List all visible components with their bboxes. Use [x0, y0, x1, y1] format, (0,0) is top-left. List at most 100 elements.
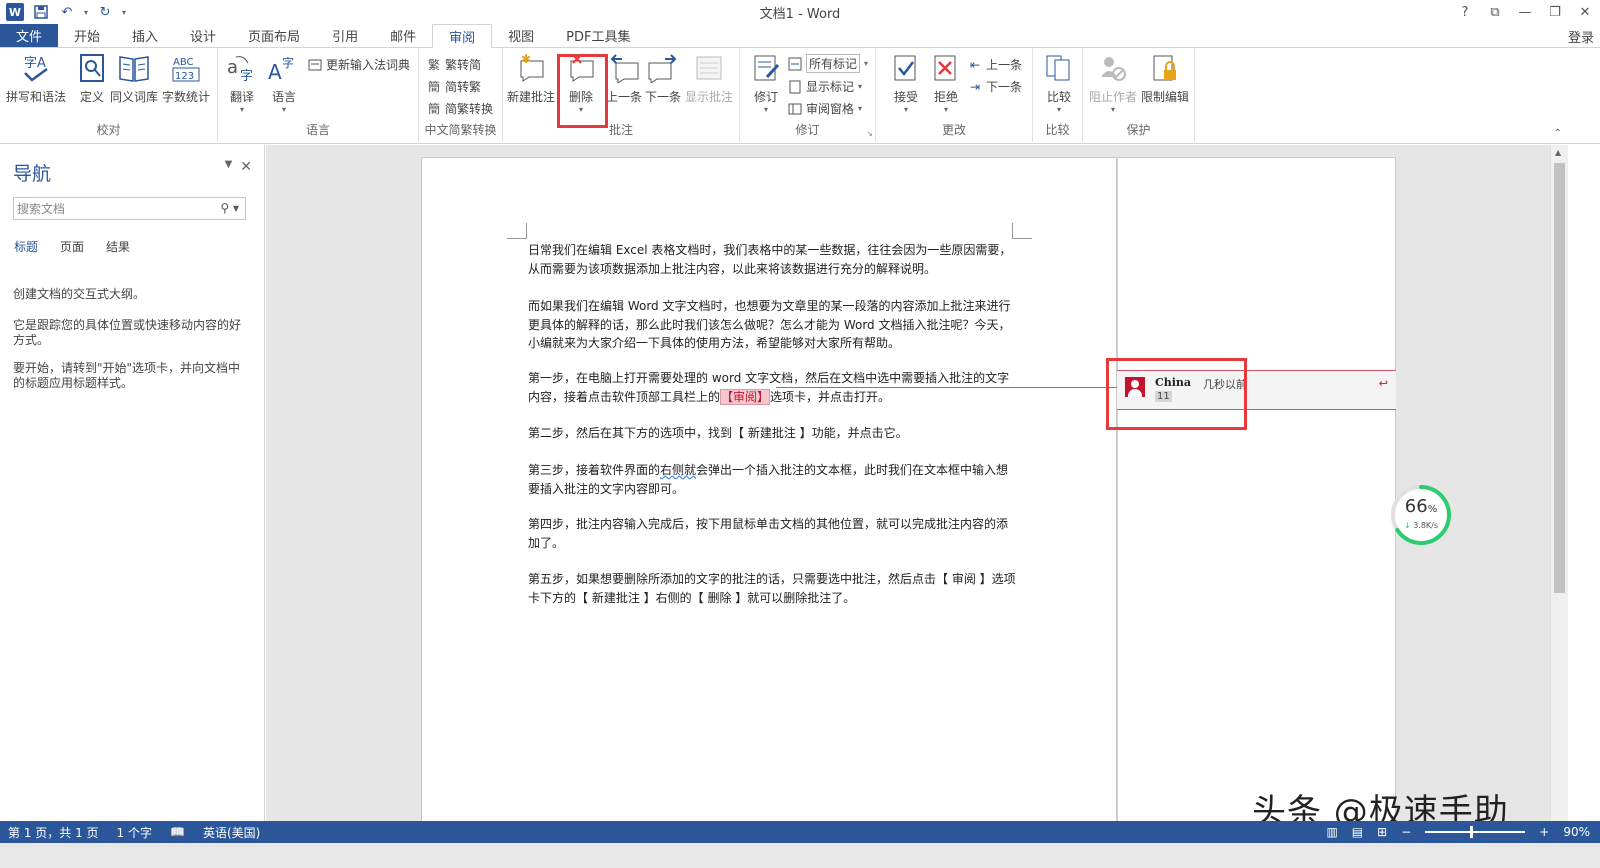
language-button[interactable]: A字 语言 ▾: [268, 52, 300, 114]
define-button[interactable]: 定义: [76, 52, 108, 105]
thesaurus-button[interactable]: 同义词库: [110, 52, 158, 105]
search-icon[interactable]: ⚲ ▾: [220, 201, 239, 215]
comment-highlight-box: [1106, 358, 1247, 430]
show-markup-button[interactable]: 显示标记 ▾: [788, 78, 862, 95]
undo-icon[interactable]: ↶: [58, 3, 76, 21]
group-changes: 接受 ▾ 拒绝 ▾ ⇤ 上一条 ⇥ 下一条 更改: [876, 48, 1033, 142]
svg-text:ABC: ABC: [173, 57, 194, 68]
next-change-button[interactable]: ⇥ 下一条: [968, 78, 1022, 95]
nav-options-icon[interactable]: ▼: [225, 159, 233, 175]
navigation-pane: 导航 ▼ ✕ ⚲ ▾ 标题 页面 结果 创建文档的交互式大纲。 它是跟踪您的具体…: [0, 145, 265, 821]
previous-comment-button[interactable]: 上一条: [606, 52, 642, 105]
tab-layout[interactable]: 页面布局: [232, 24, 316, 47]
lock-icon: [1149, 52, 1181, 84]
tab-insert[interactable]: 插入: [116, 24, 174, 47]
nav-search-input[interactable]: [17, 201, 207, 216]
reply-icon[interactable]: ↩: [1379, 377, 1388, 390]
zoom-slider[interactable]: [1425, 826, 1526, 838]
reject-button[interactable]: 拒绝 ▾: [930, 52, 962, 114]
nav-hint-2: 它是跟踪您的具体位置或快速移动内容的好方式。: [13, 318, 242, 347]
nav-tab-headings[interactable]: 标题: [14, 238, 38, 255]
zoom-in-icon[interactable]: +: [1539, 825, 1549, 839]
tracking-dialog-launcher-icon[interactable]: ↘: [866, 129, 873, 138]
progress-percent-unit: %: [1427, 504, 1438, 515]
markup-select[interactable]: 所有标记 ▾: [788, 54, 868, 73]
login-link[interactable]: 登录: [1568, 27, 1594, 46]
review-pane-button[interactable]: 审阅窗格 ▾: [788, 100, 862, 117]
update-ime-button[interactable]: 更新输入法词典: [308, 56, 410, 73]
network-speed-widget[interactable]: 66% ↓ 3.8K/s: [1390, 484, 1452, 546]
word-count[interactable]: 1 个字: [117, 824, 152, 841]
title-bar: W ↶ ▾ ↻ ▾ 文档1 - Word ? ⧉ — ❐ ✕: [0, 0, 1600, 24]
help-button[interactable]: ?: [1450, 0, 1480, 24]
spelling-label: 拼写和语法: [6, 90, 67, 104]
word-logo-icon: W: [6, 3, 24, 21]
nav-tab-pages[interactable]: 页面: [60, 238, 84, 255]
compare-button[interactable]: 比较 ▾: [1043, 52, 1075, 114]
redo-icon[interactable]: ↻: [96, 3, 114, 21]
translate-button[interactable]: a字 翻译 ▾: [226, 52, 258, 114]
convert-button[interactable]: 簡 简繁转换: [427, 100, 493, 117]
scroll-thumb[interactable]: [1554, 163, 1565, 593]
next-comment-button[interactable]: 下一条: [645, 52, 681, 105]
show-comments-button[interactable]: 显示批注: [685, 52, 733, 105]
undo-dropdown-icon[interactable]: ▾: [84, 8, 88, 17]
to-traditional-button[interactable]: 簡 简转繁: [427, 78, 481, 95]
tab-references[interactable]: 引用: [316, 24, 374, 47]
web-layout-icon[interactable]: ⊞: [1377, 825, 1387, 839]
zoom-out-icon[interactable]: −: [1401, 825, 1411, 839]
restore-button[interactable]: ❐: [1540, 0, 1570, 24]
status-bar: 第 1 页，共 1 页 1 个字 📖 英语(美国) ▥ ▤ ⊞ − + 90%: [0, 821, 1600, 843]
customize-qat-icon[interactable]: ▾: [122, 8, 126, 17]
proofing-status-icon[interactable]: 📖: [170, 825, 185, 839]
print-layout-icon[interactable]: ▤: [1352, 825, 1363, 839]
zoom-slider-handle[interactable]: [1470, 826, 1474, 838]
ribbon-display-button[interactable]: ⧉: [1480, 0, 1510, 24]
spelling-icon: 字A: [20, 52, 52, 84]
commented-text[interactable]: 【审阅】: [720, 388, 771, 405]
progress-percent-value: 66: [1404, 496, 1428, 517]
new-comment-button[interactable]: ✱ 新建批注: [507, 52, 555, 105]
zoom-level[interactable]: 90%: [1563, 825, 1590, 839]
read-mode-icon[interactable]: ▥: [1326, 825, 1337, 839]
scroll-up-icon[interactable]: ▲: [1555, 148, 1561, 157]
group-chinese-conversion: 繁 繁转简 簡 简转繁 簡 简繁转换 中文简繁转换: [419, 48, 503, 142]
nav-close-icon[interactable]: ✕: [240, 159, 252, 175]
tab-pdf-tools[interactable]: PDF工具集: [550, 24, 646, 47]
word-count-button[interactable]: ABC 123 字数统计: [162, 52, 210, 105]
block-authors-button[interactable]: 阻止作者 ▾: [1089, 52, 1137, 114]
previous-change-button[interactable]: ⇤ 上一条: [968, 56, 1022, 73]
tab-view[interactable]: 视图: [492, 24, 550, 47]
save-icon[interactable]: [32, 3, 50, 21]
nav-tab-results[interactable]: 结果: [106, 238, 130, 255]
tab-home[interactable]: 开始: [58, 24, 116, 47]
tab-design[interactable]: 设计: [174, 24, 232, 47]
language-status[interactable]: 英语(美国): [203, 824, 260, 841]
collapse-ribbon-icon[interactable]: ⌃: [1554, 128, 1562, 139]
to-simplified-button[interactable]: 繁 繁转简: [427, 56, 481, 73]
paragraph-1: 日常我们在编辑 Excel 表格文档时，我们表格中的某一些数据，往往会因为一些原…: [528, 243, 1012, 276]
tab-review[interactable]: 审阅: [432, 24, 493, 48]
paragraph-6: 第四步，批注内容输入完成后，按下用鼠标单击文档的其他位置，就可以完成批注内容的添…: [528, 517, 1009, 550]
tab-mailings[interactable]: 邮件: [374, 24, 432, 47]
accept-button[interactable]: 接受 ▾: [890, 52, 922, 114]
svg-text:字: 字: [240, 69, 253, 83]
spelling-grammar-button[interactable]: 字A 拼写和语法: [6, 52, 66, 105]
group-compare: 比较 ▾ 比较: [1033, 48, 1083, 142]
nav-title: 导航: [13, 163, 52, 185]
right-edge: [1568, 145, 1600, 821]
restrict-editing-button[interactable]: 限制编辑: [1141, 52, 1189, 105]
paragraph-4: 第二步，然后在其下方的选项中，找到【 新建批注 】功能，并点击它。: [528, 426, 908, 440]
tab-file[interactable]: 文件: [0, 24, 58, 47]
track-changes-button[interactable]: 修订 ▾: [750, 52, 782, 114]
document-page[interactable]: 日常我们在编辑 Excel 表格文档时，我们表格中的某一些数据，往往会因为一些原…: [421, 157, 1117, 827]
language-label: 语言: [271, 90, 296, 104]
group-label-compare: 比较: [1045, 123, 1070, 137]
define-icon: [76, 52, 108, 84]
to-traditional-label: 简转繁: [445, 80, 482, 94]
minimize-button[interactable]: —: [1510, 0, 1540, 24]
page-count[interactable]: 第 1 页，共 1 页: [8, 824, 99, 841]
vertical-scrollbar[interactable]: ▲: [1550, 145, 1568, 821]
nav-search-box: ⚲ ▾: [13, 197, 246, 220]
close-button[interactable]: ✕: [1570, 0, 1600, 24]
